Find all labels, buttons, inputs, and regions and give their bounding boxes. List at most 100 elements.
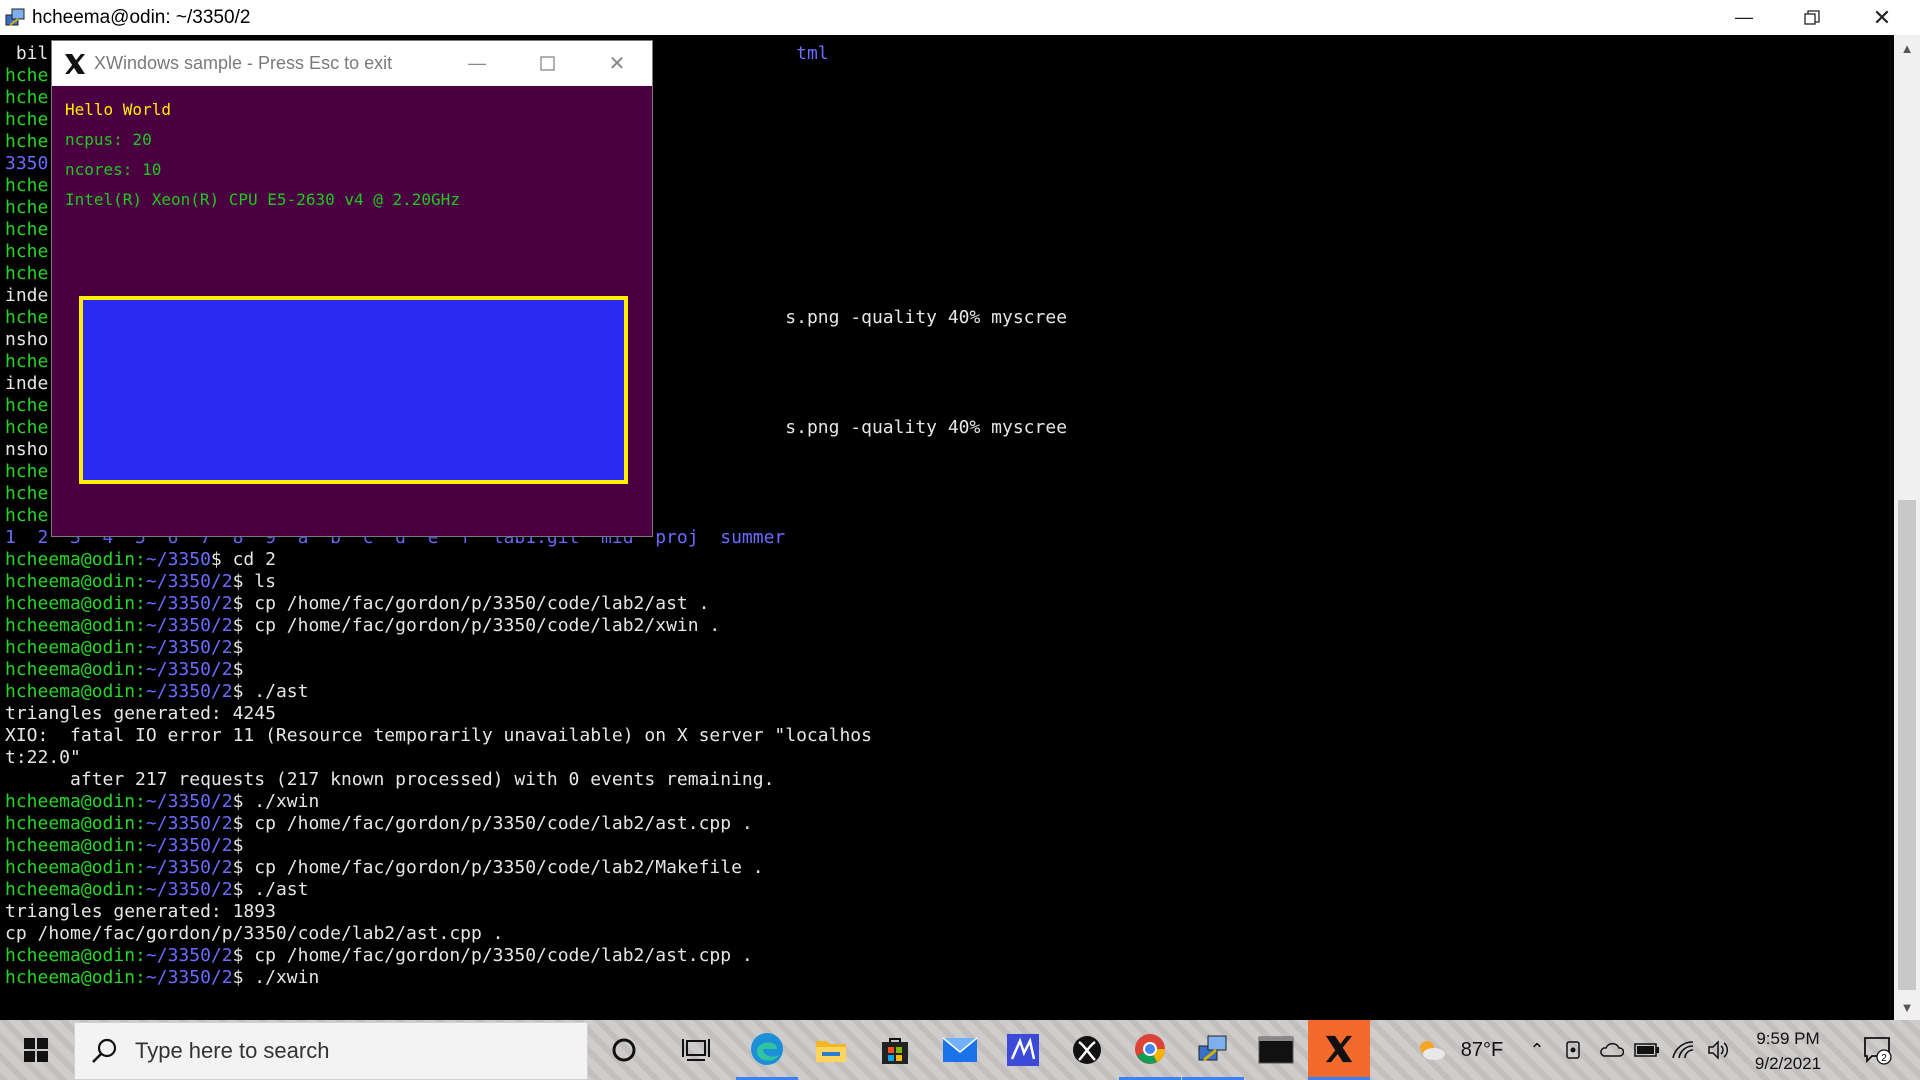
ncores-text: ncores: 10 bbox=[65, 160, 162, 179]
terminal-line: after 217 requests (217 known processed)… bbox=[5, 769, 1067, 791]
minimize-button[interactable]: — bbox=[1710, 0, 1778, 35]
xbox-button[interactable] bbox=[1056, 1020, 1118, 1080]
search-box[interactable]: Type here to search bbox=[74, 1022, 588, 1080]
wifi-icon bbox=[1672, 1041, 1694, 1059]
cortana-icon bbox=[612, 1038, 636, 1062]
edge-button[interactable] bbox=[736, 1020, 798, 1080]
prompt-path: ~/3350/2 bbox=[145, 681, 233, 702]
prompt-path: ~/3350/2 bbox=[145, 813, 233, 834]
file-explorer-button[interactable] bbox=[800, 1020, 862, 1080]
output-text: after 217 requests (217 known processed)… bbox=[5, 769, 775, 790]
output-fragment: nsho bbox=[5, 329, 49, 350]
xming-button[interactable] bbox=[1308, 1020, 1370, 1080]
xbox-icon bbox=[1073, 1036, 1101, 1064]
onedrive-icon[interactable] bbox=[1596, 1020, 1626, 1080]
xwindows-sample-window[interactable]: XWindows sample - Press Esc to exit — ✕ … bbox=[51, 40, 653, 537]
terminal-line: hcheema@odin:~/3350/2$ bbox=[5, 835, 1067, 857]
terminal-line: hcheema@odin:~/3350/2$ cp /home/fac/gord… bbox=[5, 593, 1067, 615]
prompt-user: hcheema@odin: bbox=[5, 791, 146, 812]
vertical-scrollbar[interactable]: ▲ ▼ bbox=[1894, 35, 1920, 1020]
terminal-line: hcheema@odin:~/3350/2$ ./xwin bbox=[5, 967, 1067, 989]
terminal-icon bbox=[1258, 1036, 1294, 1064]
ncpus-text: ncpus: 20 bbox=[65, 130, 152, 149]
prompt-path: ~/3350/2 bbox=[145, 615, 233, 636]
maximize-icon bbox=[539, 56, 555, 71]
xwin-titlebar[interactable]: XWindows sample - Press Esc to exit — ✕ bbox=[52, 41, 652, 86]
task-view-button[interactable] bbox=[665, 1020, 727, 1080]
task-view-icon bbox=[682, 1039, 710, 1061]
meet-now-icon bbox=[1566, 1041, 1580, 1059]
prompt-fragment: hche bbox=[5, 417, 49, 438]
search-placeholder: Type here to search bbox=[135, 1038, 330, 1063]
command-text: $ cp /home/fac/gordon/p/3350/code/lab2/x… bbox=[232, 615, 721, 636]
command-text: $ ./xwin bbox=[232, 791, 320, 812]
battery-icon[interactable] bbox=[1632, 1020, 1662, 1080]
start-button[interactable] bbox=[0, 1020, 72, 1080]
output-fragment: nsho bbox=[5, 439, 49, 460]
edge-icon bbox=[751, 1032, 783, 1065]
prompt-path: ~/3350/2 bbox=[145, 571, 233, 592]
command-text: $ cd 2 bbox=[210, 549, 276, 570]
volume-icon bbox=[1708, 1040, 1729, 1060]
terminal-line: hcheema@odin:~/3350$ cd 2 bbox=[5, 549, 1067, 571]
mail-button[interactable] bbox=[929, 1020, 991, 1080]
xwin-close-button[interactable]: ✕ bbox=[582, 41, 652, 86]
xwin-canvas[interactable]: Hello World ncpus: 20 ncores: 10 Intel(R… bbox=[52, 86, 652, 536]
window-titlebar[interactable]: hcheema@odin: ~/3350/2 — ✕ bbox=[0, 0, 1920, 35]
prompt-path: ~/3350/2 bbox=[145, 835, 233, 856]
xwin-maximize-button[interactable] bbox=[512, 41, 582, 86]
terminal-line: hcheema@odin:~/3350/2$ ./ast bbox=[5, 681, 1067, 703]
wifi-icon[interactable] bbox=[1668, 1020, 1698, 1080]
app-button[interactable] bbox=[992, 1020, 1054, 1080]
xwin-minimize-button[interactable]: — bbox=[442, 41, 512, 86]
putty-taskbar-button[interactable] bbox=[1182, 1020, 1244, 1080]
prompt-path: ~/3350/2 bbox=[145, 593, 233, 614]
clock[interactable]: 9:59 PM 9/2/2021 bbox=[1740, 1026, 1836, 1076]
close-icon: ✕ bbox=[608, 53, 626, 75]
prompt-fragment: hche bbox=[5, 197, 49, 218]
restore-button[interactable] bbox=[1778, 0, 1846, 35]
command-text: $ bbox=[232, 835, 244, 856]
chevron-up-icon[interactable]: ⌃ bbox=[1524, 1020, 1550, 1080]
file-explorer-icon bbox=[816, 1041, 846, 1062]
volume-icon[interactable] bbox=[1704, 1020, 1734, 1080]
output-fragment: inde bbox=[5, 373, 49, 394]
xwin-title: XWindows sample - Press Esc to exit bbox=[94, 53, 393, 73]
cortana-button[interactable] bbox=[593, 1020, 655, 1080]
scroll-up-arrow-icon[interactable]: ▲ bbox=[1894, 35, 1920, 61]
weather-temperature[interactable]: 87°F bbox=[1452, 1020, 1512, 1080]
prompt-fragment: hche bbox=[5, 461, 49, 482]
prompt-user: hcheema@odin: bbox=[5, 615, 146, 636]
hello-world-text: Hello World bbox=[65, 100, 171, 119]
command-text: $ cp /home/fac/gordon/p/3350/code/lab2/a… bbox=[232, 945, 753, 966]
app-icon bbox=[1007, 1034, 1039, 1066]
output-fragment: bil bbox=[5, 43, 49, 64]
notification-icon: 2 bbox=[1864, 1037, 1892, 1065]
prompt-user: hcheema@odin: bbox=[5, 857, 146, 878]
prompt-path: ~/3350/2 bbox=[145, 945, 233, 966]
terminal-line: hcheema@odin:~/3350/2$ cp /home/fac/gord… bbox=[5, 857, 1067, 879]
terminal-button[interactable] bbox=[1245, 1020, 1307, 1080]
prompt-path: ~/3350/2 bbox=[145, 857, 233, 878]
prompt-fragment: hche bbox=[5, 483, 49, 504]
prompt-fragment: hche bbox=[5, 65, 49, 86]
close-button[interactable]: ✕ bbox=[1848, 0, 1916, 35]
prompt-path: ~/3350 bbox=[145, 549, 211, 570]
weather-icon[interactable] bbox=[1413, 1020, 1449, 1080]
store-button[interactable] bbox=[864, 1020, 926, 1080]
restore-icon bbox=[1804, 9, 1820, 25]
prompt-user: hcheema@odin: bbox=[5, 879, 146, 900]
scroll-down-arrow-icon[interactable]: ▼ bbox=[1894, 994, 1920, 1020]
directory-listing: 3350 bbox=[5, 153, 49, 174]
scroll-thumb[interactable] bbox=[1898, 500, 1916, 990]
meet-now-icon[interactable] bbox=[1560, 1020, 1588, 1080]
notifications-button[interactable]: 2 bbox=[1855, 1020, 1899, 1080]
terminal-line: hcheema@odin:~/3350/2$ cp /home/fac/gord… bbox=[5, 813, 1067, 835]
terminal-line: hcheema@odin:~/3350/2$ ./ast bbox=[5, 879, 1067, 901]
prompt-path: ~/3350/2 bbox=[145, 637, 233, 658]
prompt-fragment: hche bbox=[5, 351, 49, 372]
clock-time: 9:59 PM bbox=[1756, 1029, 1820, 1048]
prompt-user: hcheema@odin: bbox=[5, 571, 146, 592]
chrome-button[interactable] bbox=[1119, 1020, 1181, 1080]
prompt-user: hcheema@odin: bbox=[5, 659, 146, 680]
